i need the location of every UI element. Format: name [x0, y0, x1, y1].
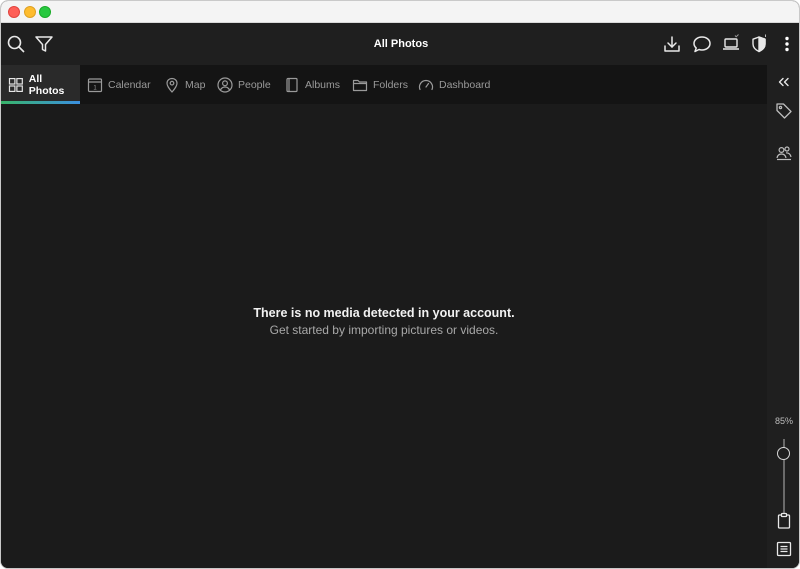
app-window: All Photos All Photos 1 Calendar Map Peo…	[0, 0, 800, 569]
window-maximize-button[interactable]	[39, 6, 51, 18]
folder-icon	[352, 79, 368, 91]
empty-state-title: There is no media detected in your accou…	[253, 306, 515, 320]
tab-label: Folders	[373, 78, 409, 91]
right-sidebar: 85%	[767, 65, 799, 568]
chat-icon[interactable]	[692, 34, 712, 54]
empty-state-subtitle: Get started by importing pictures or vid…	[269, 323, 499, 337]
view-tabs: All Photos 1 Calendar Map People Albums …	[1, 65, 767, 104]
search-icon[interactable]	[6, 34, 26, 54]
gauge-icon	[418, 79, 434, 90]
person-icon	[217, 76, 233, 93]
map-pin-icon	[166, 77, 178, 93]
laptop-status-icon[interactable]	[721, 34, 741, 54]
tab-folders[interactable]: Folders	[352, 65, 408, 104]
tab-albums[interactable]: Albums	[284, 65, 340, 104]
album-icon	[286, 77, 298, 92]
people-group-icon[interactable]	[774, 143, 794, 163]
photo-grid-area: There is no media detected in your accou…	[1, 104, 767, 568]
app-toolbar: All Photos	[1, 23, 799, 65]
tab-people[interactable]: People	[217, 65, 271, 104]
zoom-slider-thumb[interactable]	[777, 447, 790, 460]
zoom-slider[interactable]	[773, 439, 795, 513]
calendar-icon: 1	[87, 77, 103, 92]
window-titlebar	[1, 1, 799, 23]
tab-label: People	[238, 78, 271, 91]
more-vertical-icon[interactable]	[777, 34, 797, 54]
grid-icon	[8, 77, 23, 92]
tab-label: Dashboard	[439, 78, 491, 91]
tab-label: Calendar	[108, 78, 151, 91]
svg-text:1: 1	[93, 85, 97, 91]
download-icon[interactable]	[662, 34, 682, 54]
tab-label: All Photos	[28, 72, 65, 97]
clipboard-icon[interactable]	[774, 511, 794, 531]
filter-icon[interactable]	[34, 34, 54, 54]
collapse-icon[interactable]	[774, 72, 794, 92]
window-close-button[interactable]	[8, 6, 20, 18]
window-minimize-button[interactable]	[24, 6, 36, 18]
list-icon[interactable]	[774, 539, 794, 559]
tab-label: Albums	[305, 78, 341, 91]
tab-calendar[interactable]: 1 Calendar	[87, 65, 151, 104]
tag-icon[interactable]	[774, 101, 794, 121]
tab-all-photos[interactable]: All Photos	[1, 65, 80, 104]
tab-label: Map	[185, 78, 206, 91]
zoom-level-label: 85%	[774, 416, 793, 426]
tab-dashboard[interactable]: Dashboard	[418, 65, 490, 104]
empty-state: There is no media detected in your accou…	[1, 306, 767, 337]
tab-map[interactable]: Map	[164, 65, 205, 104]
shield-icon[interactable]	[749, 34, 769, 54]
